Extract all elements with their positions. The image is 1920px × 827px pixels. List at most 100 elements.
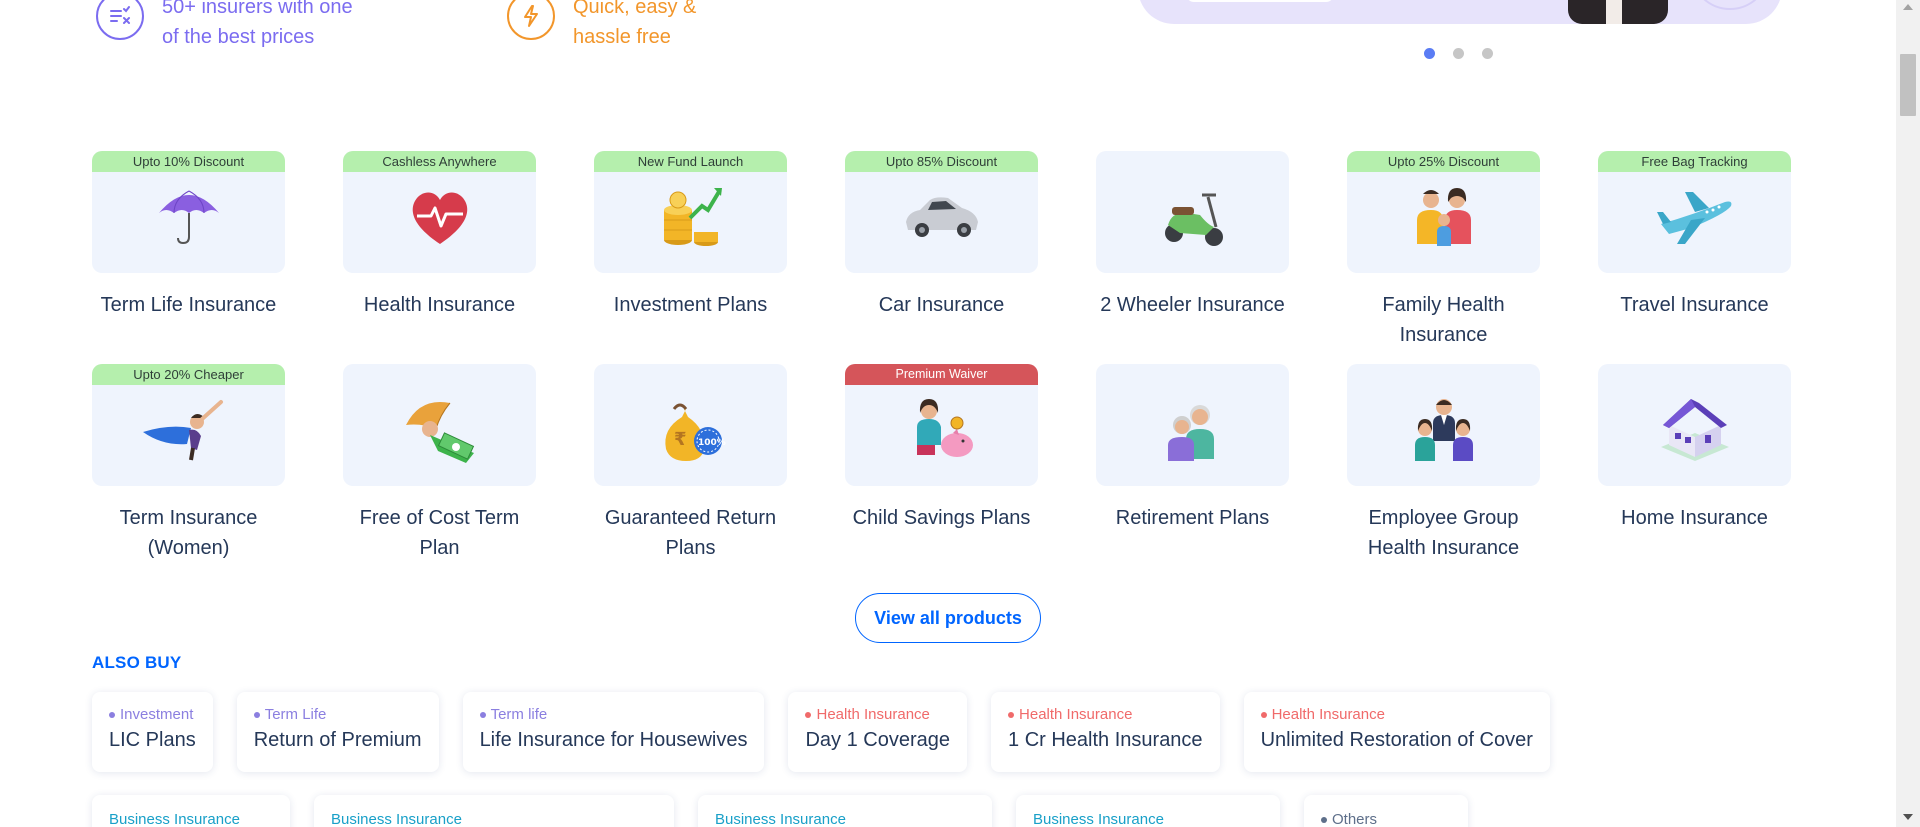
product-name[interactable]: Term Insurance (Women) bbox=[92, 503, 285, 563]
promo-banner[interactable] bbox=[1138, 0, 1782, 24]
product-tile[interactable]: Cashless Anywhere bbox=[343, 151, 536, 273]
umbrella-icon bbox=[158, 190, 219, 245]
product-name[interactable]: Travel Insurance bbox=[1620, 290, 1768, 320]
banner-card bbox=[1186, 0, 1334, 2]
product-name[interactable]: 2 Wheeler Insurance bbox=[1100, 290, 1285, 320]
chip-category: Others bbox=[1321, 811, 1451, 827]
product-investment-plans[interactable]: New Fund Launch Investment Plans bbox=[594, 151, 787, 364]
product-badge: Premium Waiver bbox=[845, 364, 1038, 385]
carousel-dot-3[interactable] bbox=[1482, 48, 1493, 59]
elderly-couple-icon bbox=[1167, 405, 1214, 461]
money-bag-icon: ₹100% bbox=[664, 403, 726, 461]
product-name[interactable]: Home Insurance bbox=[1621, 503, 1768, 533]
also-buy-chip-business-4[interactable]: Business Insurance bbox=[1016, 795, 1280, 827]
also-buy-chip-business-1[interactable]: Business Insurance bbox=[92, 795, 290, 827]
product-employee-group-health-insurance[interactable]: Employee Group Health Insurance bbox=[1347, 364, 1540, 577]
also-buy-chip-day-1-coverage[interactable]: Health Insurance Day 1 Coverage bbox=[788, 692, 968, 772]
chip-label: Return of Premium bbox=[253, 729, 422, 751]
product-tile[interactable] bbox=[1347, 364, 1540, 486]
product-family-health-insurance[interactable]: Upto 25% Discount Family Health Insuranc… bbox=[1347, 151, 1540, 364]
product-name[interactable]: Family Health Insurance bbox=[1347, 290, 1540, 350]
product-badge: Upto 10% Discount bbox=[92, 151, 285, 172]
coins-growth-icon bbox=[663, 188, 722, 246]
carousel-dot-1[interactable] bbox=[1424, 48, 1435, 59]
product-tile[interactable] bbox=[1096, 364, 1289, 486]
scroll-down-arrow-icon[interactable] bbox=[1903, 814, 1913, 820]
product-grid: Upto 10% Discount Term Life Insurance Ca… bbox=[92, 151, 1791, 577]
product-tile[interactable]: Upto 10% Discount bbox=[92, 151, 285, 273]
product-name[interactable]: Employee Group Health Insurance bbox=[1347, 503, 1540, 563]
piggy-bank-child-icon bbox=[916, 399, 973, 457]
product-tile[interactable] bbox=[1598, 364, 1791, 486]
chip-label: 1 Cr Health Insurance bbox=[1008, 729, 1203, 751]
also-buy-chip-1-cr-health[interactable]: Health Insurance 1 Cr Health Insurance bbox=[991, 692, 1220, 772]
carousel-dot-2[interactable] bbox=[1453, 48, 1464, 59]
chip-label: Day 1 Coverage bbox=[805, 729, 951, 751]
family-icon bbox=[1416, 188, 1471, 246]
product-term-life-insurance[interactable]: Upto 10% Discount Term Life Insurance bbox=[92, 151, 285, 364]
also-buy-chip-return-of-premium[interactable]: Term Life Return of Premium bbox=[236, 692, 439, 772]
chip-category: Health Insurance bbox=[1008, 706, 1203, 723]
product-child-savings-plans[interactable]: Premium Waiver Child Savings Plans bbox=[845, 364, 1038, 577]
product-name[interactable]: Term Life Insurance bbox=[101, 290, 277, 320]
feature-quick-line2: hassle free bbox=[573, 26, 671, 48]
chip-category: Health Insurance bbox=[1261, 706, 1533, 723]
page-scrollbar[interactable] bbox=[1896, 0, 1920, 827]
also-buy-chip-life-insurance-housewives[interactable]: Term life Life Insurance for Housewives bbox=[462, 692, 765, 772]
product-name[interactable]: Retirement Plans bbox=[1116, 503, 1269, 533]
product-tile[interactable]: Free Bag Tracking bbox=[1598, 151, 1791, 273]
lightning-icon bbox=[507, 0, 555, 40]
compare-list-icon bbox=[96, 0, 144, 40]
employee-group-icon bbox=[1414, 399, 1473, 461]
chip-label: Life Insurance for Housewives bbox=[479, 729, 748, 751]
feature-insurers: 50+ insurers with one of the best prices bbox=[96, 0, 353, 52]
product-tile[interactable]: Upto 20% Cheaper bbox=[92, 364, 285, 486]
chip-category: Term Life bbox=[254, 706, 422, 723]
product-tile[interactable]: Upto 25% Discount bbox=[1347, 151, 1540, 273]
also-buy-chip-unlimited-restoration[interactable]: Health Insurance Unlimited Restoration o… bbox=[1243, 692, 1550, 772]
product-name[interactable]: Guaranteed Return Plans bbox=[594, 503, 787, 563]
scooter-icon bbox=[1164, 193, 1223, 246]
feature-quick: Quick, easy & hassle free bbox=[507, 0, 696, 52]
also-buy-title: ALSO BUY bbox=[92, 653, 182, 672]
product-retirement-plans[interactable]: Retirement Plans bbox=[1096, 364, 1289, 577]
also-buy-chip-business-3[interactable]: Business Insurance bbox=[698, 795, 992, 827]
superwoman-icon bbox=[142, 400, 223, 461]
product-travel-insurance[interactable]: Free Bag Tracking Travel Insurance bbox=[1598, 151, 1791, 364]
chip-category: Business Insurance bbox=[331, 811, 462, 827]
product-name[interactable]: Car Insurance bbox=[879, 290, 1005, 320]
product-badge: Free Bag Tracking bbox=[1598, 151, 1791, 172]
view-all-products-button[interactable]: View all products bbox=[855, 593, 1041, 643]
product-free-of-cost-term-plan[interactable]: Free of Cost Term Plan bbox=[343, 364, 536, 577]
product-name[interactable]: Child Savings Plans bbox=[853, 503, 1031, 533]
product-car-insurance[interactable]: Upto 85% Discount Car Insurance bbox=[845, 151, 1038, 364]
product-badge: Upto 25% Discount bbox=[1347, 151, 1540, 172]
product-badge: New Fund Launch bbox=[594, 151, 787, 172]
chip-label: Unlimited Restoration of Cover bbox=[1260, 729, 1533, 751]
product-tile[interactable] bbox=[1096, 151, 1289, 273]
product-tile[interactable]: Upto 85% Discount bbox=[845, 151, 1038, 273]
product-tile[interactable]: New Fund Launch bbox=[594, 151, 787, 273]
product-home-insurance[interactable]: Home Insurance bbox=[1598, 364, 1791, 577]
product-health-insurance[interactable]: Cashless Anywhere Health Insurance bbox=[343, 151, 536, 364]
svg-text:100%: 100% bbox=[698, 438, 726, 448]
also-buy-chip-others[interactable]: Others bbox=[1304, 795, 1468, 827]
product-name[interactable]: Health Insurance bbox=[364, 290, 515, 320]
also-buy-chip-business-2[interactable]: Business Insurance bbox=[314, 795, 674, 827]
product-badge: Upto 85% Discount bbox=[845, 151, 1038, 172]
product-2-wheeler-insurance[interactable]: 2 Wheeler Insurance bbox=[1096, 151, 1289, 364]
product-tile[interactable]: Premium Waiver bbox=[845, 364, 1038, 486]
product-tile[interactable]: ₹100% bbox=[594, 364, 787, 486]
product-guaranteed-return-plans[interactable]: ₹100% Guaranteed Return Plans bbox=[594, 364, 787, 577]
scrollbar-thumb[interactable] bbox=[1900, 54, 1916, 116]
car-icon bbox=[905, 197, 978, 237]
chip-category: Business Insurance bbox=[715, 811, 846, 827]
product-tile[interactable] bbox=[343, 364, 536, 486]
scroll-up-arrow-icon[interactable] bbox=[1903, 4, 1913, 10]
product-term-insurance-women[interactable]: Upto 20% Cheaper Term Insurance (Women) bbox=[92, 364, 285, 577]
also-buy-row-2: Business Insurance Business Insurance Bu… bbox=[92, 795, 1468, 827]
product-name[interactable]: Investment Plans bbox=[614, 290, 767, 320]
also-buy-chip-lic-plans[interactable]: Investment LIC Plans bbox=[92, 692, 213, 772]
product-name[interactable]: Free of Cost Term Plan bbox=[343, 503, 536, 563]
feature-insurers-line2: of the best prices bbox=[162, 26, 315, 48]
